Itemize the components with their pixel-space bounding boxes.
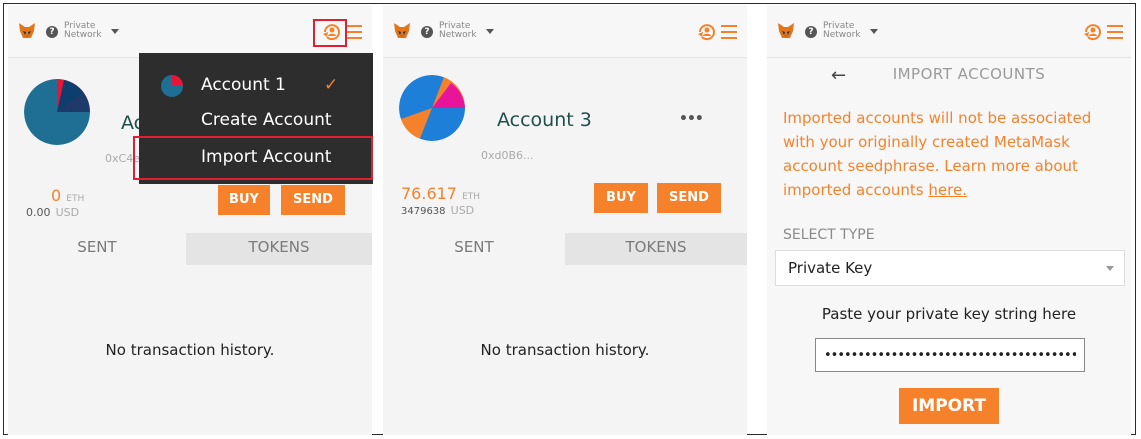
tab-bar: SENT TOKENS (383, 233, 747, 265)
top-bar: ? Private Network (383, 5, 747, 58)
help-icon[interactable]: ? (805, 26, 817, 38)
panel-account-3: ? Private Network Account 3 ••• 0xd0B6..… (383, 5, 747, 435)
metamask-fox-icon[interactable] (393, 22, 411, 39)
balance-block: 76.617 ETH 3479638 USD (401, 186, 481, 218)
chevron-down-icon[interactable] (486, 29, 494, 34)
account-address[interactable]: 0xd0B6... (481, 149, 534, 162)
top-bar: ? Private Network (767, 5, 1131, 58)
tab-tokens[interactable]: TOKENS (186, 233, 372, 265)
account-switch-icon[interactable] (1083, 23, 1103, 41)
import-notice: Imported accounts will not be associated… (783, 106, 1123, 202)
network-selector[interactable]: Private Network (64, 22, 102, 40)
network-selector[interactable]: Private Network (823, 22, 861, 40)
account-identicon (399, 75, 465, 141)
eth-unit: ETH (66, 194, 85, 204)
private-key-input[interactable] (815, 338, 1085, 372)
import-button[interactable]: IMPORT (899, 388, 999, 424)
usd-unit: USD (55, 206, 80, 219)
select-type-label: SELECT TYPE (783, 227, 875, 243)
chevron-down-icon[interactable] (870, 29, 878, 34)
tab-sent[interactable]: SENT (383, 233, 565, 265)
chevron-down-icon[interactable] (111, 29, 119, 34)
eth-unit: ETH (462, 192, 481, 202)
empty-history-message: No transaction history. (105, 341, 275, 359)
network-selector[interactable]: Private Network (439, 22, 477, 40)
account-identicon (24, 79, 90, 145)
paste-key-label: Paste your private key string here (821, 305, 1077, 323)
tab-sent[interactable]: SENT (8, 233, 186, 265)
empty-history-message: No transaction history. (480, 341, 650, 359)
select-type-dropdown[interactable]: Private Key (775, 250, 1125, 286)
send-button[interactable]: SEND (657, 183, 721, 213)
menu-item-account-1[interactable]: Account 1 ✓ (139, 67, 373, 103)
hamburger-menu-icon[interactable] (721, 25, 737, 39)
page-title: IMPORT ACCOUNTS (892, 65, 1046, 83)
select-type-value: Private Key (788, 259, 873, 277)
tab-tokens[interactable]: TOKENS (565, 233, 747, 265)
help-icon[interactable]: ? (421, 26, 433, 38)
buy-button[interactable]: BUY (218, 185, 270, 215)
tab-bar: SENT TOKENS (8, 233, 372, 265)
account-switch-icon[interactable] (697, 23, 717, 41)
metamask-fox-icon[interactable] (18, 22, 36, 39)
account-name: Account 3 (497, 109, 592, 131)
send-button[interactable]: SEND (281, 185, 345, 215)
menu-item-create-account[interactable]: Create Account (139, 102, 373, 138)
help-icon[interactable]: ? (46, 26, 58, 38)
menu-item-label: Account 1 (201, 75, 286, 95)
network-label-line2: Network (64, 30, 102, 40)
hamburger-menu-icon[interactable] (1107, 25, 1123, 39)
usd-balance: 3479638 (401, 206, 446, 217)
panel-import-accounts: ? Private Network ← IMPORT ACCOUNTS Impo… (767, 5, 1131, 435)
chevron-down-icon (1106, 266, 1114, 271)
network-label-line2: Network (823, 30, 861, 40)
menu-item-label: Create Account (201, 110, 332, 130)
metamask-fox-icon[interactable] (777, 22, 795, 39)
learn-more-link[interactable]: here. (928, 181, 967, 199)
usd-balance: 0.00 (26, 206, 51, 219)
hamburger-menu-icon[interactable] (346, 25, 362, 39)
usd-unit: USD (450, 204, 475, 217)
highlight-import-account (133, 136, 373, 180)
network-label-line2: Network (439, 30, 477, 40)
more-options-icon[interactable]: ••• (679, 111, 704, 127)
account-identicon-small (161, 75, 183, 97)
buy-button[interactable]: BUY (594, 183, 648, 213)
highlight-account-switch (313, 19, 347, 47)
balance-block: 0 ETH 0.00 USD (26, 188, 85, 219)
checkmark-icon: ✓ (324, 75, 339, 95)
